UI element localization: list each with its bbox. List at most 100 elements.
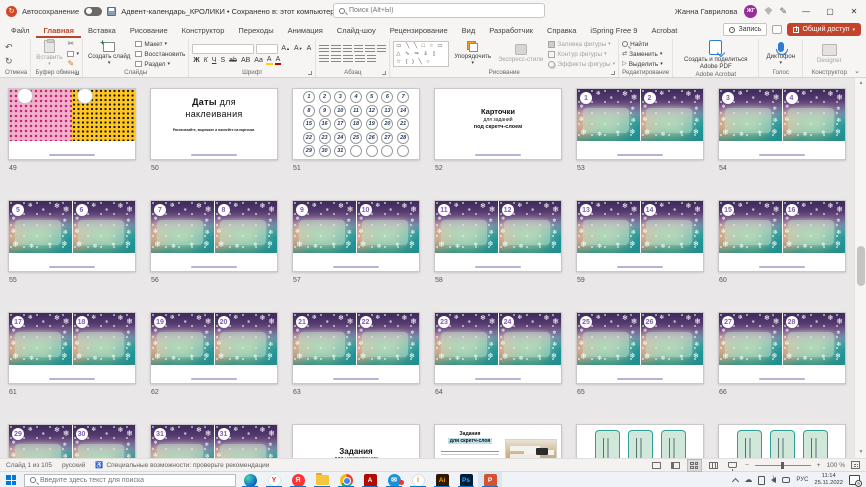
dialog-launcher-icon[interactable] xyxy=(611,71,615,75)
collapse-ribbon-icon[interactable]: ⌄ xyxy=(854,67,860,75)
share-button[interactable]: Общий доступ ▾ xyxy=(787,23,861,36)
shape-effects-button[interactable]: Эффекты фигуры ▾ xyxy=(548,60,615,68)
taskbar-app-explorer[interactable] xyxy=(310,472,334,487)
slide-thumbnail-71[interactable] xyxy=(576,424,704,458)
coach-icon[interactable] xyxy=(764,7,772,15)
record-button[interactable]: Запись xyxy=(723,23,767,36)
font-name-select[interactable] xyxy=(192,44,254,54)
slide-thumbnail-51[interactable]: 1234567891011121314151617181920212223242… xyxy=(292,88,420,160)
paste-button[interactable]: Вставить▾ xyxy=(34,40,64,68)
char-spacing-button[interactable]: АВ xyxy=(240,57,251,64)
tab-разработчик[interactable]: Разработчик xyxy=(482,22,540,38)
slide-thumbnail-55[interactable]: ❄❄❄❄❄❄❄❄❄❄❄❄5❄❄❄❄❄❄❄❄❄❄❄❄6 xyxy=(8,200,136,272)
taskbar-search-input[interactable] xyxy=(40,477,230,484)
fit-to-window-icon[interactable] xyxy=(851,461,860,469)
slide-thumbnail-66[interactable]: ❄❄❄❄❄❄❄❄❄❄❄❄27❄❄❄❄❄❄❄❄❄❄❄❄28 xyxy=(718,312,846,384)
select-button[interactable]: ▷Выделить ▾ xyxy=(622,60,663,68)
tab-рисование[interactable]: Рисование xyxy=(123,22,175,38)
accessibility-status[interactable]: ♿ Специальные возможности: проверьте рек… xyxy=(95,461,269,469)
change-case-button[interactable]: Аа xyxy=(253,57,264,64)
designer-button[interactable]: Designer xyxy=(815,44,844,64)
slide-thumbnail-58[interactable]: ❄❄❄❄❄❄❄❄❄❄❄❄11❄❄❄❄❄❄❄❄❄❄❄❄12 xyxy=(434,200,562,272)
tab-вставка[interactable]: Вставка xyxy=(81,22,123,38)
comment-icon[interactable] xyxy=(772,25,782,34)
undo-button[interactable]: ↶ xyxy=(5,42,13,53)
create-pdf-button[interactable]: Создать и поделиться Adobe PDF xyxy=(679,40,753,70)
tab-главная[interactable]: Главная xyxy=(36,22,81,38)
normal-view-button[interactable] xyxy=(669,460,682,471)
tab-конструктор[interactable]: Конструктор xyxy=(175,22,232,38)
zoom-in-button[interactable]: + xyxy=(817,462,821,469)
slide-thumbnail-52[interactable]: Карточкидля заданийпод скретч-слоем xyxy=(434,88,562,160)
slide-thumbnail-72[interactable] xyxy=(718,424,846,458)
quick-styles-button[interactable]: Экспресс-стили xyxy=(496,44,545,63)
font-size-select[interactable] xyxy=(256,44,278,54)
tab-рецензирование[interactable]: Рецензирование xyxy=(383,22,455,38)
align-center-icon[interactable] xyxy=(331,55,341,63)
clock[interactable]: 11:14 25.11.2022 xyxy=(814,473,843,487)
slide-counter[interactable]: Слайд 1 из 105 xyxy=(6,462,52,469)
columns-icon[interactable] xyxy=(367,55,376,63)
notifications-icon[interactable]: 9 xyxy=(849,475,860,485)
document-title[interactable]: Адвент-календарь_КРОЛИКИ • Сохранено в: … xyxy=(121,7,334,16)
taskbar-app-mail[interactable]: ✉ xyxy=(382,472,406,487)
replace-button[interactable]: ⇄Заменить ▾ xyxy=(622,50,663,58)
shapes-gallery[interactable]: ▭ ╲ ╲ □ ○ ▭ △ ∿ ⇒ ⇓ ▯ ☆ { } ╲ ○ xyxy=(393,41,449,67)
grow-font-button[interactable]: А▲ xyxy=(280,45,291,52)
avatar[interactable]: ЖГ xyxy=(744,5,757,18)
tab-переходы[interactable]: Переходы xyxy=(231,22,280,38)
zoom-slider-thumb[interactable] xyxy=(781,462,784,469)
slide-thumbnail-59[interactable]: ❄❄❄❄❄❄❄❄❄❄❄❄13❄❄❄❄❄❄❄❄❄❄❄❄14 xyxy=(576,200,704,272)
taskbar-app-photoshop[interactable]: Ps xyxy=(454,472,478,487)
vertical-scrollbar[interactable]: ▲ ▼ xyxy=(854,78,866,458)
slide-thumbnail-57[interactable]: ❄❄❄❄❄❄❄❄❄❄❄❄9❄❄❄❄❄❄❄❄❄❄❄❄10 xyxy=(292,200,420,272)
find-button[interactable]: Найти xyxy=(622,40,663,48)
decrease-indent-icon[interactable] xyxy=(343,45,352,53)
slide-thumbnail-61[interactable]: ❄❄❄❄❄❄❄❄❄❄❄❄17❄❄❄❄❄❄❄❄❄❄❄❄18 xyxy=(8,312,136,384)
bold-button[interactable]: Ж xyxy=(192,57,200,64)
slide-thumbnail-60[interactable]: ❄❄❄❄❄❄❄❄❄❄❄❄15❄❄❄❄❄❄❄❄❄❄❄❄16 xyxy=(718,200,846,272)
shape-fill-button[interactable]: Заливка фигуры ▾ xyxy=(548,40,615,48)
section-button[interactable]: Раздел ▾ xyxy=(135,60,185,68)
slide-thumbnail-69[interactable]: Заданиядля наклеивания xyxy=(292,424,420,458)
onedrive-icon[interactable]: ☁ xyxy=(744,476,752,484)
device-icon[interactable] xyxy=(758,476,765,485)
underline-button[interactable]: Ч xyxy=(211,57,218,64)
slide-thumbnail-50[interactable]: Даты длянаклеиванияРаспечатайте, вырежьт… xyxy=(150,88,278,160)
taskbar-app-acrobat-reader[interactable]: A xyxy=(358,472,382,487)
reset-button[interactable]: Восстановить xyxy=(135,50,185,58)
dialog-launcher-icon[interactable] xyxy=(382,71,386,75)
search-input[interactable] xyxy=(349,7,539,14)
slide-thumbnail-65[interactable]: ❄❄❄❄❄❄❄❄❄❄❄❄25❄❄❄❄❄❄❄❄❄❄❄❄26 xyxy=(576,312,704,384)
language-indicator[interactable]: русский xyxy=(62,462,85,469)
redo-button[interactable]: ↻ xyxy=(5,56,13,67)
tab-слайд-шоу[interactable]: Слайд-шоу xyxy=(330,22,383,38)
zoom-slider[interactable] xyxy=(755,465,811,466)
minimize-button[interactable]: — xyxy=(794,0,818,22)
cut-button[interactable]: ✂ xyxy=(67,40,79,48)
taskbar-app-ispring[interactable]: i xyxy=(406,472,430,487)
tab-файл[interactable]: Файл xyxy=(4,22,36,38)
zoom-level[interactable]: 100 % xyxy=(827,462,845,469)
hidden-icons-chevron[interactable] xyxy=(732,477,739,484)
arrange-button[interactable]: Упорядочить▾ xyxy=(452,41,493,67)
clear-format-button[interactable]: А xyxy=(306,45,313,52)
increase-indent-icon[interactable] xyxy=(354,45,363,53)
italic-button[interactable]: К xyxy=(203,57,209,64)
volume-icon[interactable] xyxy=(771,477,776,483)
maximize-button[interactable]: ▢ xyxy=(818,0,842,22)
scroll-down-icon[interactable]: ▼ xyxy=(855,447,866,458)
font-color-button[interactable]: А xyxy=(275,56,282,65)
taskbar-app-illustrator[interactable]: Ai xyxy=(430,472,454,487)
slide-thumbnail-68[interactable]: ❄❄❄❄❄❄❄❄❄❄❄❄31❄❄❄❄❄❄❄❄❄❄❄❄31 xyxy=(150,424,278,458)
align-left-icon[interactable] xyxy=(319,55,329,63)
title-search-box[interactable] xyxy=(333,3,545,18)
slide-thumbnail-62[interactable]: ❄❄❄❄❄❄❄❄❄❄❄❄19❄❄❄❄❄❄❄❄❄❄❄❄20 xyxy=(150,312,278,384)
strikethrough-button[interactable]: ab xyxy=(228,57,238,64)
align-right-icon[interactable] xyxy=(343,55,353,63)
shrink-font-button[interactable]: А▼ xyxy=(293,45,304,52)
power-icon[interactable] xyxy=(782,477,790,483)
taskbar-app-yandex[interactable]: Я xyxy=(286,472,310,487)
tab-вид[interactable]: Вид xyxy=(455,22,483,38)
slide-thumbnail-64[interactable]: ❄❄❄❄❄❄❄❄❄❄❄❄23❄❄❄❄❄❄❄❄❄❄❄❄24 xyxy=(434,312,562,384)
